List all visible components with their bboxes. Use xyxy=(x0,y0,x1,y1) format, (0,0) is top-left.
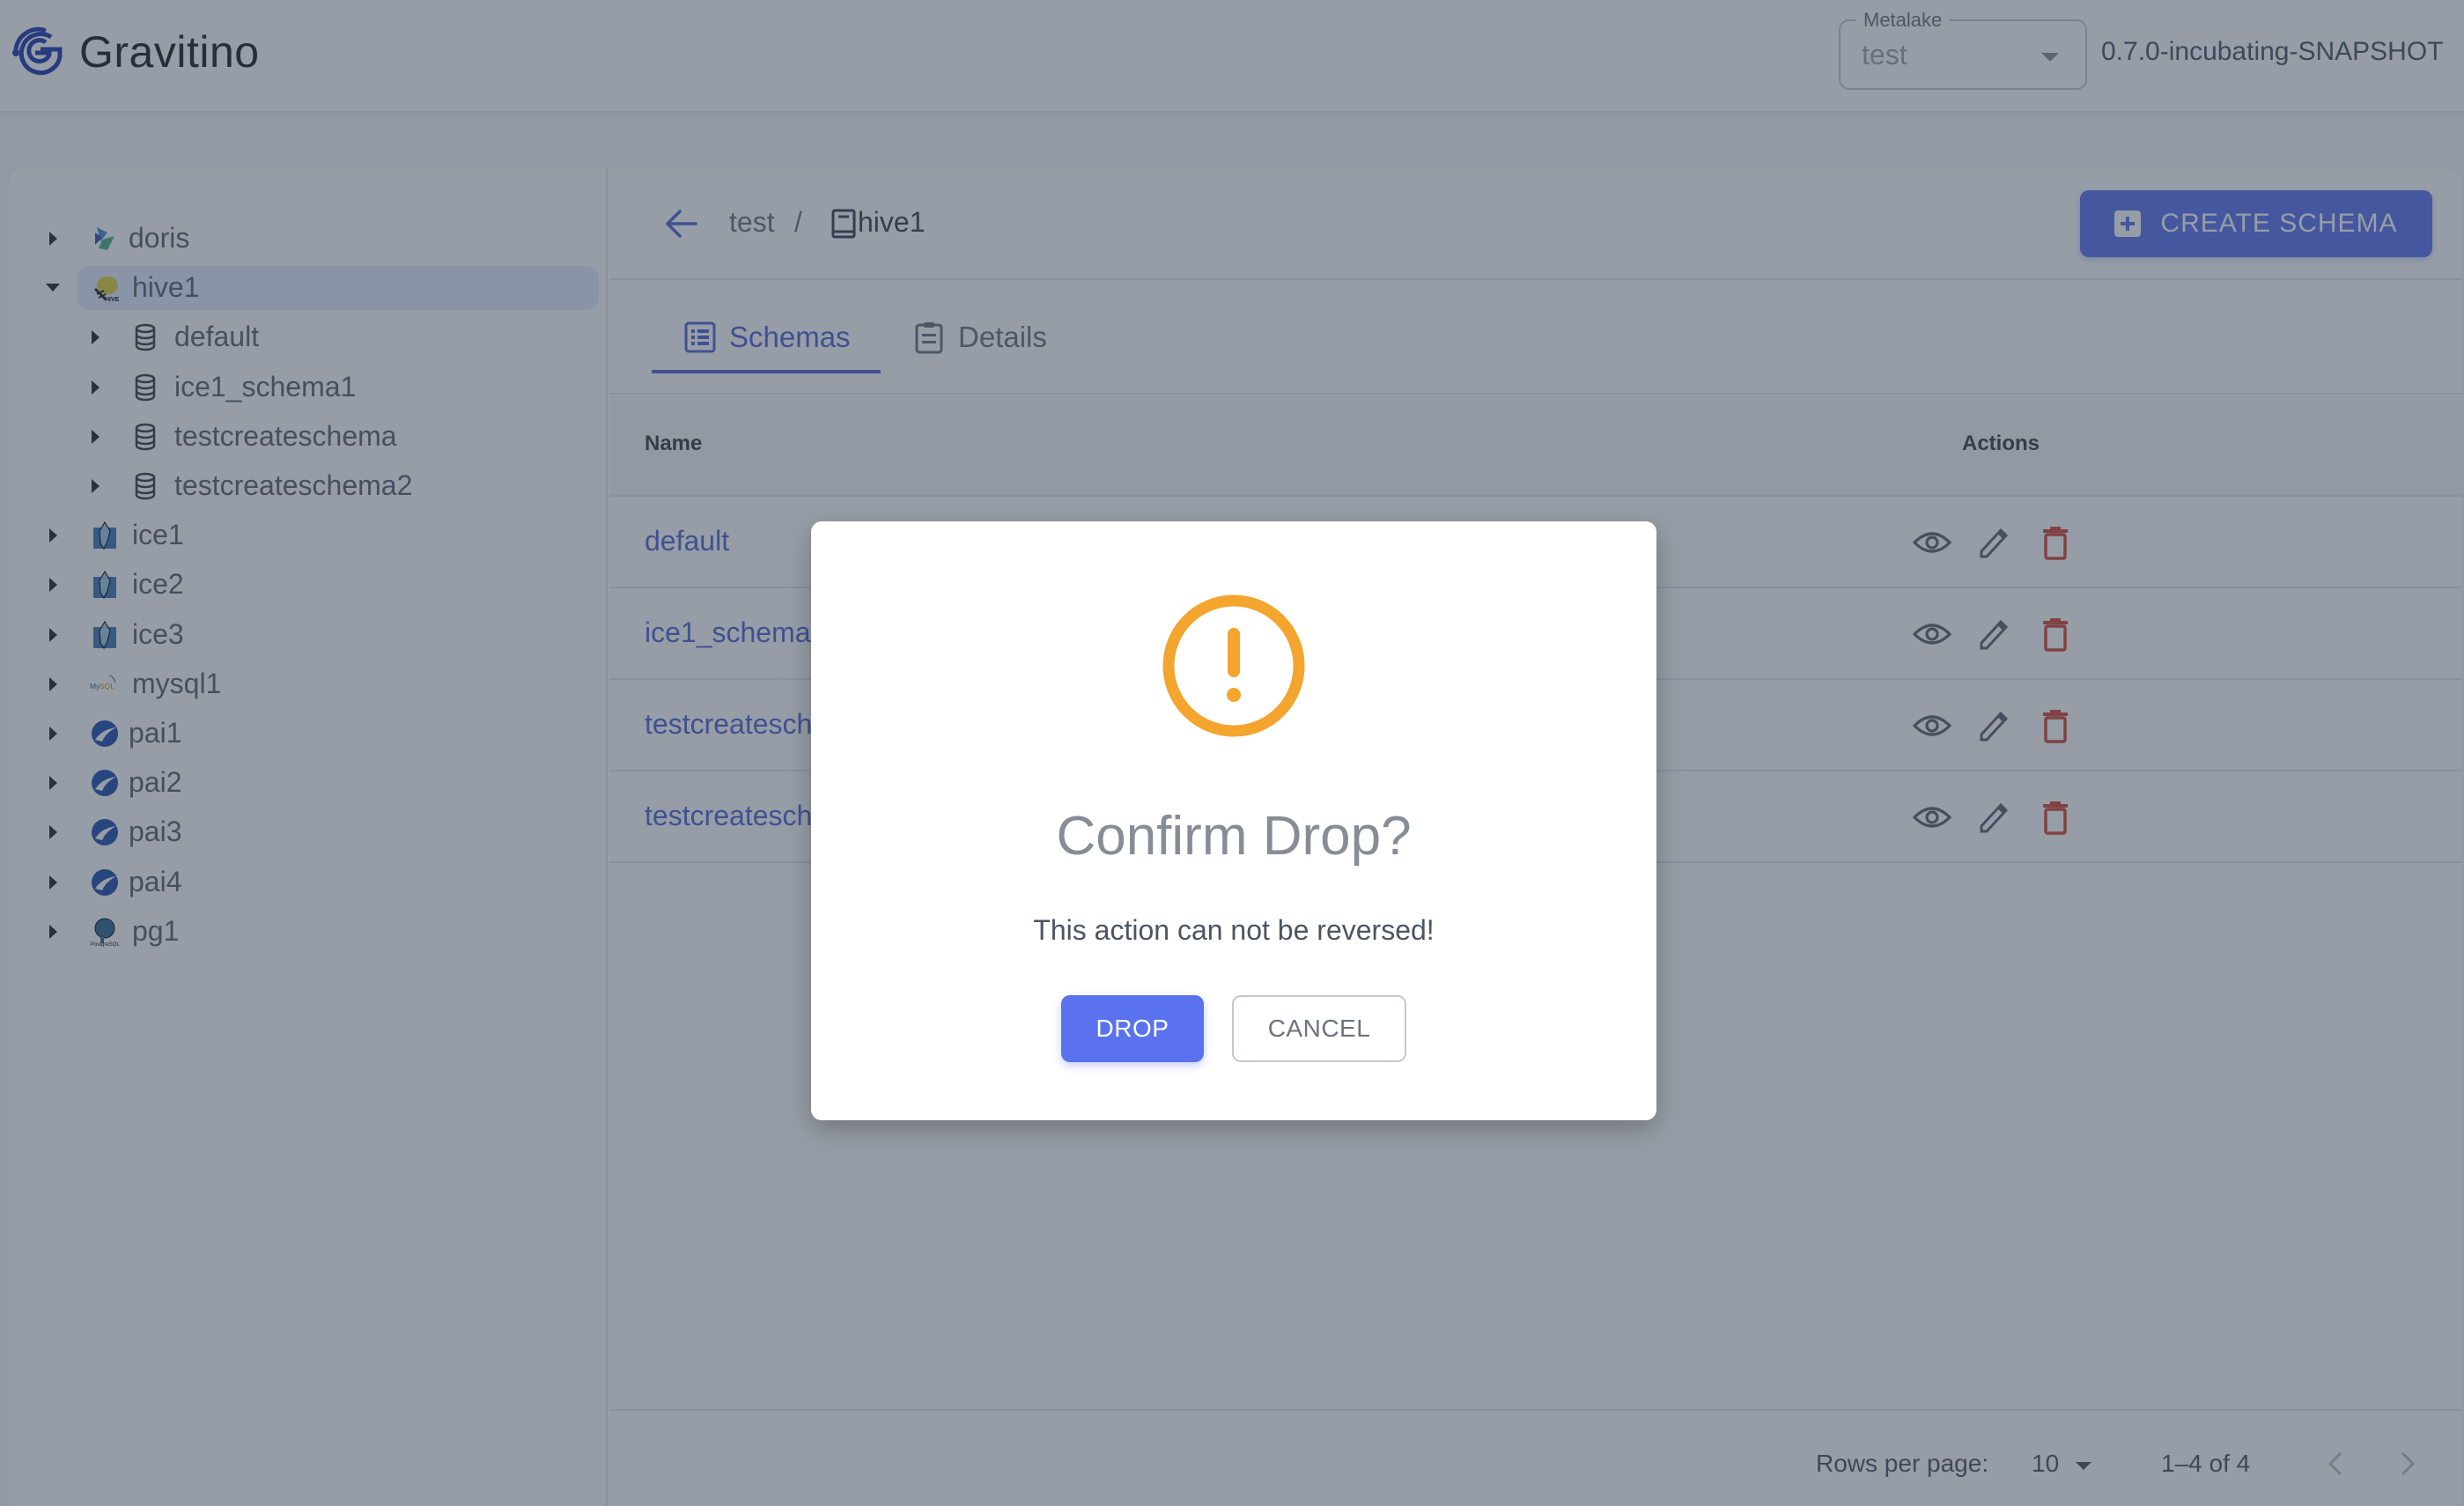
confirm-drop-dialog: Confirm Drop? This action can not be rev… xyxy=(811,521,1656,1120)
dialog-title: Confirm Drop? xyxy=(1056,806,1412,867)
warning-icon xyxy=(1162,594,1305,737)
dialog-message: This action can not be reversed! xyxy=(1033,914,1435,946)
cancel-button[interactable]: CANCEL xyxy=(1232,995,1406,1062)
drop-button[interactable]: DROP xyxy=(1061,995,1204,1062)
